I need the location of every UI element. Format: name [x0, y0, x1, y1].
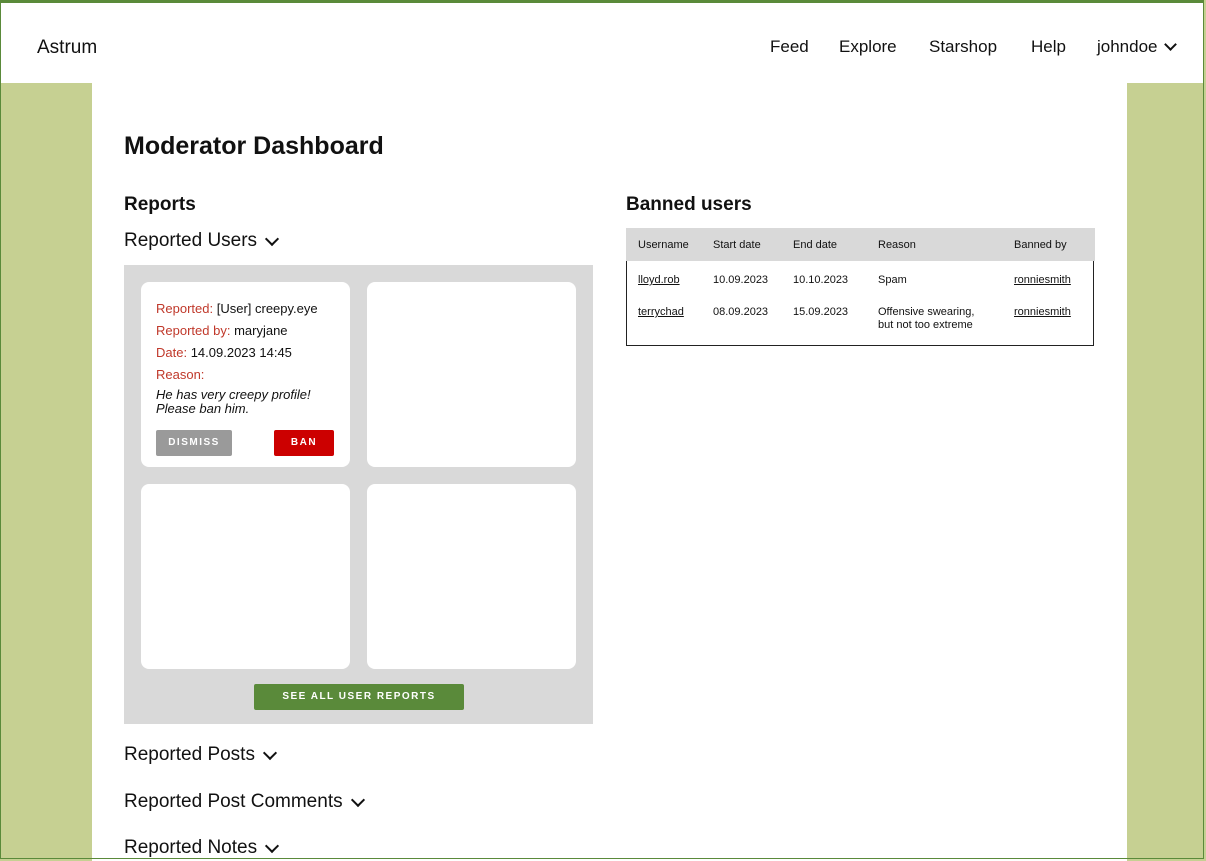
brand-logo[interactable]: Astrum — [37, 37, 97, 59]
reports-heading: Reports — [124, 194, 196, 215]
see-all-user-reports-button[interactable]: SEE ALL USER REPORTS — [254, 684, 464, 710]
reported-by-value: maryjane — [234, 323, 288, 338]
reported-comments-label: Reported Post Comments — [124, 791, 343, 812]
column-header: Reason — [878, 239, 916, 251]
user-menu[interactable]: johndoe — [1097, 37, 1177, 57]
chevron-down-icon — [350, 792, 365, 807]
reported-posts-label: Reported Posts — [124, 744, 255, 765]
column-header: Banned by — [1014, 239, 1067, 251]
reported-comments-toggle[interactable]: Reported Post Comments — [124, 791, 365, 813]
page-title: Moderator Dashboard — [124, 132, 384, 160]
chevron-down-icon — [1163, 38, 1177, 51]
reported-users-label: Reported Users — [124, 230, 258, 251]
report-card: Reported: [User] creepy.eye Reported by:… — [141, 282, 350, 467]
ban-reason: but not too extreme — [878, 319, 973, 331]
nav-feed[interactable]: Feed — [770, 37, 809, 57]
column-header: Start date — [713, 239, 761, 251]
start-date: 08.09.2023 — [713, 306, 769, 318]
column-header: End date — [793, 239, 838, 251]
banned-by-link[interactable]: ronniesmith — [1014, 306, 1071, 318]
main-content: Moderator Dashboard Reports Reported Use… — [92, 82, 1127, 861]
ban-reason: Offensive swearing, — [878, 306, 975, 318]
ban-reason: Spam — [878, 274, 907, 286]
nav-starshop[interactable]: Starshop — [929, 37, 997, 57]
banned-username-link[interactable]: lloyd.rob — [638, 274, 680, 286]
report-card-empty — [367, 282, 576, 467]
date-label: Date: — [156, 345, 188, 360]
reason-label: Reason: — [156, 367, 205, 382]
end-date: 15.09.2023 — [793, 306, 849, 318]
reported-label: Reported: — [156, 301, 214, 316]
user-menu-label: johndoe — [1097, 37, 1158, 56]
nav-help[interactable]: Help — [1031, 37, 1066, 57]
dismiss-button[interactable]: DISMISS — [156, 430, 232, 456]
report-card-empty — [141, 484, 350, 669]
reported-notes-toggle[interactable]: Reported Notes — [124, 837, 280, 859]
reason-line: Please ban him. — [156, 401, 250, 416]
reported-users-toggle[interactable]: Reported Users — [124, 230, 280, 252]
report-card-empty — [367, 484, 576, 669]
reported-by-label: Reported by: — [156, 323, 231, 338]
date-value: 14.09.2023 14:45 — [190, 345, 292, 360]
reported-users-panel: Reported: [User] creepy.eye Reported by:… — [124, 265, 593, 724]
nav-explore[interactable]: Explore — [839, 37, 897, 57]
banned-by-link[interactable]: ronniesmith — [1014, 274, 1071, 286]
reason-text: He has very creepy profile! Please ban h… — [156, 388, 318, 416]
banned-users-table: Username Start date End date Reason Bann… — [626, 228, 1095, 346]
banned-users-heading: Banned users — [626, 194, 752, 215]
chevron-down-icon — [264, 231, 280, 246]
banned-username-link[interactable]: terrychad — [638, 306, 684, 318]
reported-notes-label: Reported Notes — [124, 837, 258, 858]
report-details: Reported: [User] creepy.eye Reported by:… — [156, 298, 318, 416]
reported-value: [User] creepy.eye — [216, 301, 318, 316]
top-navigation-bar: Astrum Feed Explore Starshop Help johndo… — [1, 1, 1204, 83]
reported-posts-toggle[interactable]: Reported Posts — [124, 744, 278, 766]
table-header: Username Start date End date Reason Bann… — [626, 228, 1095, 261]
ban-button[interactable]: BAN — [274, 430, 334, 456]
column-header: Username — [638, 239, 689, 251]
chevron-down-icon — [262, 745, 278, 760]
end-date: 10.10.2023 — [793, 274, 849, 286]
chevron-down-icon — [265, 838, 280, 853]
start-date: 10.09.2023 — [713, 274, 769, 286]
reason-line: He has very creepy profile! — [156, 387, 311, 402]
